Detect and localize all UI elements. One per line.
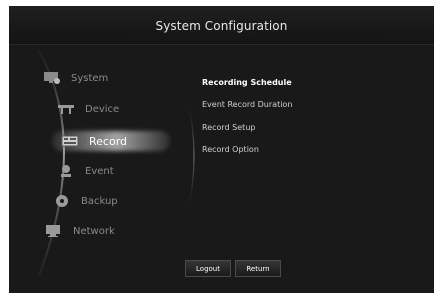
submenu-item-record-setup[interactable]: Record Setup: [202, 123, 255, 132]
menu-label: System: [71, 72, 109, 84]
menu-label: Record: [89, 134, 128, 148]
return-button[interactable]: Return: [235, 260, 281, 277]
submenu-item-event-record-duration[interactable]: Event Record Duration: [202, 100, 292, 109]
logout-button[interactable]: Logout: [185, 260, 231, 277]
record-icon: [61, 135, 79, 147]
menu-item-system[interactable]: System: [43, 69, 108, 87]
device-icon: [58, 105, 74, 114]
backup-disc-icon: [56, 195, 68, 207]
submenu-item-recording-schedule[interactable]: Recording Schedule: [202, 78, 292, 87]
menu-item-event[interactable]: Event: [57, 162, 114, 180]
menu-label: Event: [85, 165, 114, 177]
menu-item-device[interactable]: Device: [57, 100, 119, 118]
submenu-item-record-option[interactable]: Record Option: [202, 145, 259, 154]
event-icon: [61, 165, 71, 177]
footer-buttons: Logout Return: [185, 260, 281, 277]
menu-item-backup[interactable]: Backup: [53, 192, 118, 210]
configuration-panel: System Configuration System Device Recor…: [9, 6, 434, 293]
menu-label: Backup: [81, 195, 118, 207]
menu-label: Device: [85, 103, 120, 115]
menu-item-network[interactable]: Network: [45, 222, 115, 240]
network-icon: [46, 225, 60, 237]
menu-item-record[interactable]: Record: [61, 132, 127, 150]
monitor-settings-icon: [44, 72, 60, 84]
menu-label: Network: [73, 225, 115, 237]
screen: System Configuration System Device Recor…: [0, 0, 443, 299]
